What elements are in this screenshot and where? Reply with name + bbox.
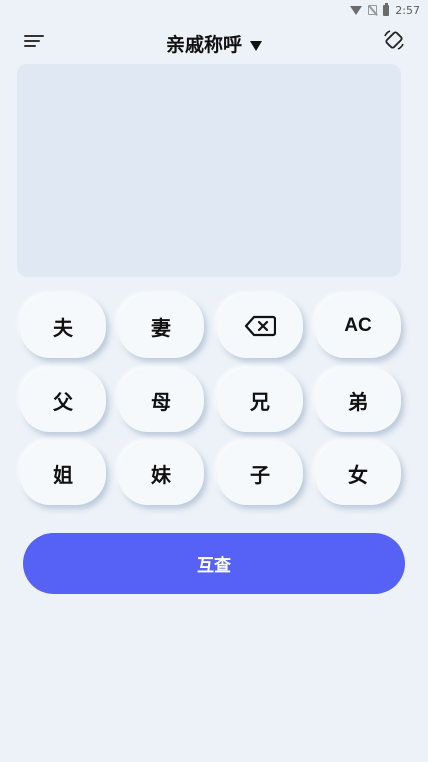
backspace-icon	[244, 315, 276, 337]
clear-all-button[interactable]: AC	[315, 294, 401, 358]
key-younger-brother[interactable]: 弟	[315, 368, 401, 432]
key-son[interactable]: 子	[217, 441, 303, 505]
mutual-query-button[interactable]: 互查	[23, 533, 405, 594]
key-husband[interactable]: 夫	[20, 294, 106, 358]
key-father[interactable]: 父	[20, 368, 106, 432]
backspace-button[interactable]	[217, 294, 303, 358]
relation-type-dropdown[interactable]: 亲戚称呼	[0, 30, 428, 57]
toolbar: 亲戚称呼	[0, 24, 428, 60]
result-display	[17, 64, 401, 277]
key-daughter[interactable]: 女	[315, 441, 401, 505]
page-title: 亲戚称呼	[165, 34, 242, 56]
rotate-screen-icon[interactable]	[382, 28, 406, 52]
key-mother[interactable]: 母	[118, 368, 204, 432]
key-wife[interactable]: 妻	[118, 294, 204, 358]
status-bar: 2:57	[0, 0, 428, 20]
battery-icon	[383, 2, 390, 16]
status-time: 2:57	[395, 3, 420, 17]
key-elder-sister[interactable]: 姐	[20, 441, 106, 505]
dropdown-caret-icon	[250, 40, 262, 51]
key-elder-brother[interactable]: 兄	[217, 368, 303, 432]
no-sim-icon	[368, 5, 378, 15]
key-younger-sister[interactable]: 妹	[118, 441, 204, 505]
wifi-icon	[350, 5, 363, 15]
